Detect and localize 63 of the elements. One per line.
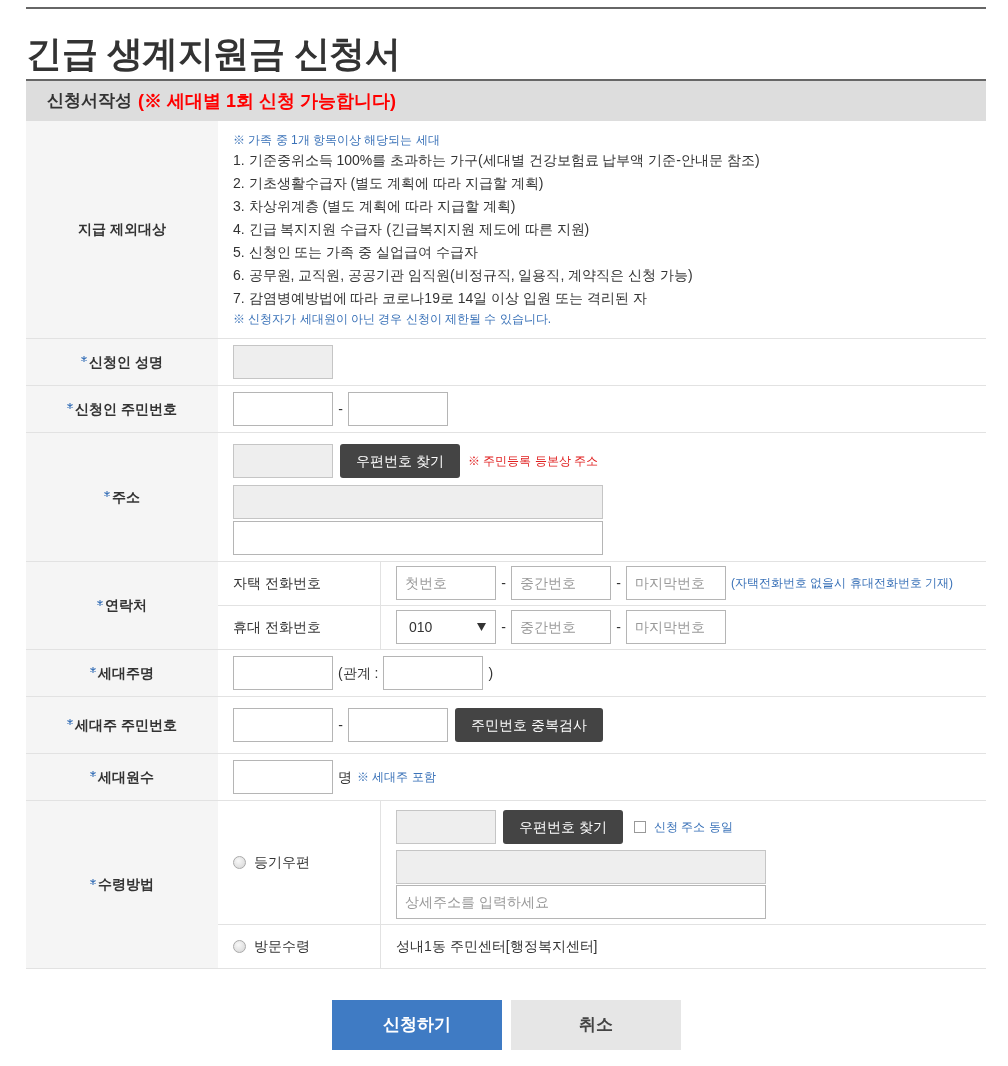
inline-text: 명 — [338, 767, 352, 787]
list-item-text: 1. 기준중위소득 100%를 초과하는 가구(세대별 건강보험료 납부액 기준-안내문 참조) — [233, 151, 761, 170]
dash-separator: - — [501, 617, 506, 637]
dash-separator: - — [338, 399, 343, 419]
list-item-text: 5. 신청인 또는 가족 중 실업급여 수급자 — [233, 243, 479, 262]
field-label: 세대주명 — [98, 663, 154, 683]
form-button[interactable]: 우편번호 찾기 — [340, 444, 460, 478]
caret-icon — [477, 623, 486, 631]
checkbox[interactable] — [633, 821, 646, 833]
input-field[interactable]: 중간번호 — [511, 566, 611, 600]
page-title: 긴급 생계지원금 신청서 — [26, 32, 401, 76]
sub-label: 휴대 전화번호 — [233, 618, 321, 637]
hint-text: ※ 신청자가 세대원이 아닌 경우 신청이 제한될 수 있습니다. — [233, 311, 552, 328]
input-field[interactable]: 마지막번호 — [626, 566, 726, 600]
form-button[interactable]: 주민번호 중복검사 — [455, 708, 603, 742]
cancel-button[interactable]: 취소 — [510, 1000, 681, 1050]
inline-text: ) — [488, 663, 494, 683]
dropdown[interactable]: 010 — [396, 610, 496, 644]
input-field[interactable] — [233, 656, 333, 690]
field-label: 지급 제외대상 — [78, 220, 166, 239]
dash-separator: - — [616, 617, 621, 637]
inline-text: (관계 : — [338, 663, 379, 683]
field-label: 세대주 주민번호 — [75, 715, 177, 735]
list-item-text: 6. 공무원, 교직원, 공공기관 임직원(비정규직, 일용직, 계약직은 신청 가능) — [233, 266, 694, 285]
list-item-text: 3. 차상위계층 (별도 계획에 따라 지급할 계획) — [233, 197, 517, 216]
dash-separator: - — [616, 573, 621, 593]
hint-text: ※ 세대주 포함 — [357, 769, 436, 786]
notice-text: (※ 세대별 1회 신청 가능합니다) — [138, 89, 396, 113]
dash-separator: - — [501, 573, 506, 593]
list-item-text: 4. 긴급 복지지원 수급자 (긴급복지지원 제도에 따른 지원) — [233, 220, 591, 239]
field-label: 주소 — [112, 487, 140, 507]
input-field[interactable] — [383, 656, 484, 690]
field-label: 신청인 성명 — [89, 352, 163, 372]
input-field[interactable] — [348, 392, 448, 426]
address-field[interactable] — [233, 521, 603, 555]
inline-text: 성내1동 주민센터[행정복지센터] — [396, 936, 598, 956]
input-field[interactable] — [233, 760, 333, 794]
input-field[interactable] — [348, 708, 448, 742]
hint-text: ※ 가족 중 1개 항목이상 해당되는 세대 — [233, 132, 441, 149]
radio-label[interactable]: 등기우편 — [254, 852, 310, 873]
address-field[interactable]: 상세주소를 입력하세요 — [396, 885, 766, 919]
section-title: 신청서작성 — [47, 90, 132, 113]
dash-separator: - — [338, 715, 343, 735]
hint-text: (자택전화번호 없을시 휴대전화번호 기재) — [731, 575, 953, 592]
list-item-text: 7. 감염병예방법에 따라 코로나19로 14일 이상 입원 또는 격리된 자 — [233, 289, 648, 308]
hint-text: ※ 주민등록 등본상 주소 — [467, 453, 598, 470]
input-field[interactable]: 중간번호 — [511, 610, 611, 644]
input-field[interactable] — [233, 392, 333, 426]
radio-button[interactable] — [233, 940, 246, 953]
radio-label[interactable]: 방문수령 — [254, 936, 310, 957]
field-label: 수령방법 — [98, 875, 154, 894]
radio-button[interactable] — [233, 856, 246, 869]
field-label: 세대원수 — [98, 767, 154, 787]
field-label: 신청인 주민번호 — [75, 399, 177, 419]
form-button[interactable]: 우편번호 찾기 — [503, 810, 623, 844]
sub-label: 자택 전화번호 — [233, 574, 321, 593]
checkbox-label[interactable]: 신청 주소 동일 — [653, 818, 733, 836]
list-item-text: 2. 기초생활수급자 (별도 계획에 따라 지급할 계획) — [233, 174, 545, 193]
submit-button[interactable]: 신청하기 — [331, 1000, 502, 1050]
input-field[interactable] — [233, 708, 333, 742]
input-field[interactable]: 마지막번호 — [626, 610, 726, 644]
field-label: 연락처 — [105, 596, 147, 615]
input-field[interactable]: 첫번호 — [396, 566, 496, 600]
